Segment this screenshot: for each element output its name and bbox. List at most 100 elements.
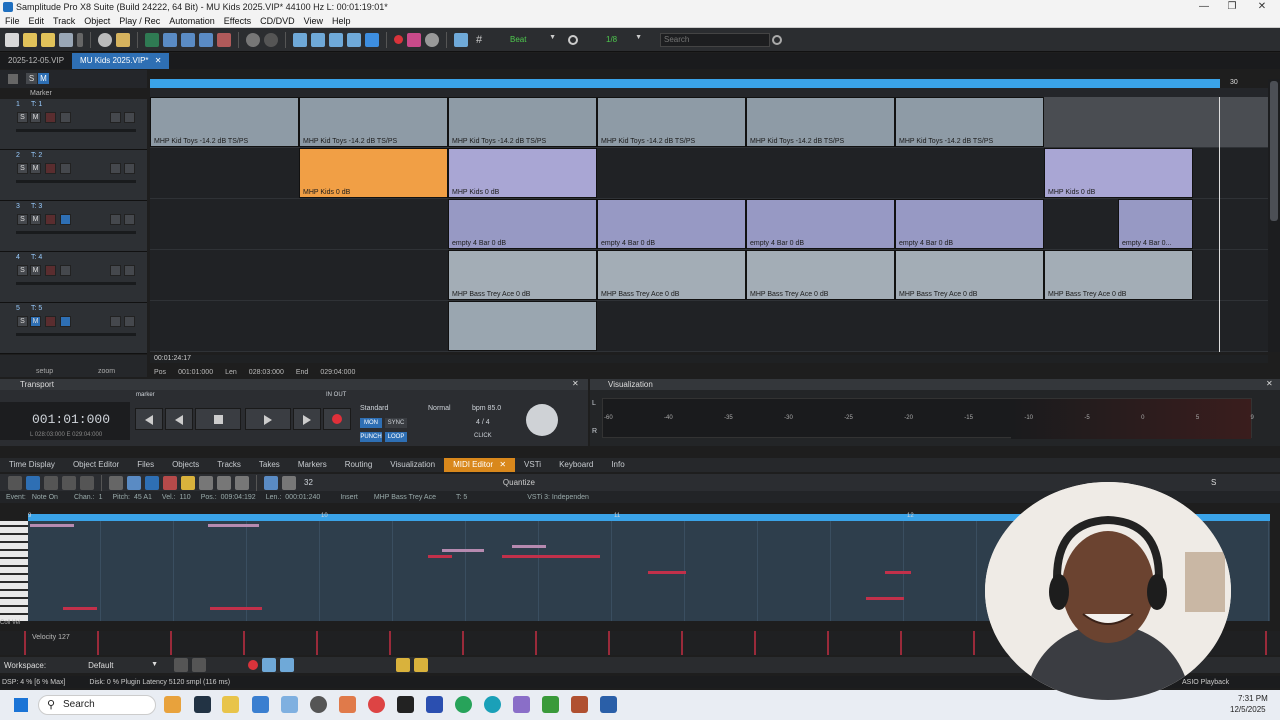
track-name[interactable]: T: 2: [31, 152, 42, 159]
cut-tool-icon[interactable]: [199, 32, 213, 47]
len-value[interactable]: 028:03:000: [249, 369, 284, 376]
crossfade-icon[interactable]: [329, 32, 343, 47]
track-lane[interactable]: [150, 301, 1268, 352]
zoom-icon[interactable]: [98, 32, 112, 47]
fx-icon[interactable]: [124, 265, 135, 276]
midi-clip[interactable]: empty 4 Bar 0 dB: [448, 199, 597, 249]
app-icon[interactable]: [194, 696, 211, 713]
list-icon[interactable]: [8, 475, 22, 490]
tab-objects[interactable]: Objects: [163, 458, 208, 472]
vel-value[interactable]: 110: [180, 494, 191, 501]
audio-clip[interactable]: MHP Kid Toys -14.2 dB TS/PS: [150, 97, 299, 147]
piano-keyboard[interactable]: [0, 521, 28, 621]
fx-icon[interactable]: [124, 163, 135, 174]
track-lane[interactable]: MHP Kids 0 dB MHP Kids 0 dB MHP Kids 0 d…: [150, 148, 1268, 199]
open-folder-icon[interactable]: [23, 32, 37, 47]
close-icon[interactable]: ✕: [499, 460, 506, 469]
range-tool-icon[interactable]: [163, 32, 177, 47]
menu-view[interactable]: View: [304, 14, 323, 28]
pos-value[interactable]: 009:04:192: [221, 494, 256, 501]
audio-clip[interactable]: MHP Kid Toys -14.2 dB TS/PS: [299, 97, 448, 147]
midi-note[interactable]: [63, 607, 97, 610]
quantize-button[interactable]: Quantize: [503, 478, 535, 487]
widget-icon[interactable]: [164, 696, 181, 713]
record-arm-button[interactable]: [45, 214, 56, 225]
midi-note[interactable]: [210, 607, 262, 610]
mute-all-button[interactable]: M: [38, 73, 49, 84]
go-to-start-button[interactable]: [135, 408, 163, 430]
line-icon[interactable]: [199, 475, 213, 490]
app-icon[interactable]: [310, 696, 327, 713]
midi-note[interactable]: [512, 545, 546, 548]
solo-button[interactable]: S: [17, 265, 28, 276]
hash-icon[interactable]: #: [472, 33, 486, 47]
vertical-scrollbar[interactable]: [1268, 79, 1280, 352]
dropdown-arrow-icon[interactable]: [77, 32, 83, 47]
plugin-icon[interactable]: [262, 658, 277, 672]
solo-button[interactable]: S: [17, 112, 28, 123]
lock-icon[interactable]: [110, 112, 121, 123]
gear-icon[interactable]: [425, 32, 439, 47]
grid-icon[interactable]: [311, 32, 325, 47]
punch-button[interactable]: PUNCH: [360, 432, 382, 442]
fast-forward-button[interactable]: [293, 408, 321, 430]
midi-clip[interactable]: [448, 301, 597, 351]
monitor-button[interactable]: [60, 163, 71, 174]
audio-clip[interactable]: MHP Bass Trey Ace 0 dB: [746, 250, 895, 300]
app-icon[interactable]: [542, 696, 559, 713]
scrollbar-thumb[interactable]: [1270, 81, 1278, 221]
track-header[interactable]: 4 T: 4 S M: [0, 252, 147, 303]
mute-tool-icon[interactable]: [217, 475, 231, 490]
midi-clip[interactable]: empty 4 Bar 0 dB: [597, 199, 746, 249]
select-range-icon[interactable]: [127, 475, 141, 490]
object-select[interactable]: MHP Bass Trey Ace: [374, 494, 436, 501]
app-icon[interactable]: [571, 696, 588, 713]
grid-icon[interactable]: [264, 475, 278, 490]
midi-note[interactable]: [208, 524, 259, 527]
tab-vsti[interactable]: VSTi: [515, 458, 550, 472]
tab-object-editor[interactable]: Object Editor: [64, 458, 128, 472]
track-lane[interactable]: MHP Bass Trey Ace 0 dB MHP Bass Trey Ace…: [150, 250, 1268, 301]
tab-info[interactable]: Info: [602, 458, 633, 472]
track-header[interactable]: 3 T: 3 S M: [0, 201, 147, 252]
solo-button[interactable]: S: [17, 316, 28, 327]
close-icon[interactable]: ✕: [1266, 379, 1273, 388]
setup-label[interactable]: setup: [36, 368, 53, 375]
pitch-value[interactable]: 45 A1: [134, 494, 152, 501]
edge-icon[interactable]: [484, 696, 501, 713]
midi-note[interactable]: [502, 555, 600, 558]
audio-clip[interactable]: MHP Bass Trey Ace 0 dB: [597, 250, 746, 300]
quantize-dropdown[interactable]: 1/8 ▼: [598, 33, 644, 47]
tab-midi-editor[interactable]: MIDI Editor ✕: [444, 458, 516, 472]
track-name[interactable]: T: 1: [31, 101, 42, 108]
open-project-icon[interactable]: [41, 32, 55, 47]
mon-button[interactable]: MON: [360, 418, 382, 428]
track-name[interactable]: T: 5: [31, 305, 42, 312]
stop-icon[interactable]: [365, 32, 379, 47]
audio-clip[interactable]: MHP Kids 0 dB: [1044, 148, 1193, 198]
note-icon[interactable]: [282, 475, 296, 490]
track-select[interactable]: T: 5: [456, 494, 467, 501]
lock-icon[interactable]: [110, 163, 121, 174]
track-header[interactable]: 2 T: 2 S M: [0, 150, 147, 201]
track-name[interactable]: T: 4: [31, 254, 42, 261]
app-icon[interactable]: [339, 696, 356, 713]
tab-keyboard[interactable]: Keyboard: [550, 458, 602, 472]
chrome-icon[interactable]: [368, 696, 385, 713]
search-icon[interactable]: [772, 34, 782, 45]
monitor-button[interactable]: [60, 265, 71, 276]
select-tool-icon[interactable]: [145, 32, 159, 47]
object-tool-icon[interactable]: [181, 32, 195, 47]
undo-icon[interactable]: [246, 32, 260, 47]
score-icon[interactable]: [62, 475, 76, 490]
folder-icon[interactable]: [222, 696, 239, 713]
timeline-ruler[interactable]: 30: [150, 79, 1238, 88]
brush-icon[interactable]: [181, 475, 195, 490]
app-icon[interactable]: [513, 696, 530, 713]
mute-button[interactable]: M: [30, 163, 41, 174]
midi-note[interactable]: [885, 571, 911, 574]
menu-cd-dvd[interactable]: CD/DVD: [260, 14, 295, 28]
solo-button[interactable]: S: [17, 214, 28, 225]
pointer-icon[interactable]: [109, 475, 123, 490]
snap-icon[interactable]: [293, 32, 307, 47]
